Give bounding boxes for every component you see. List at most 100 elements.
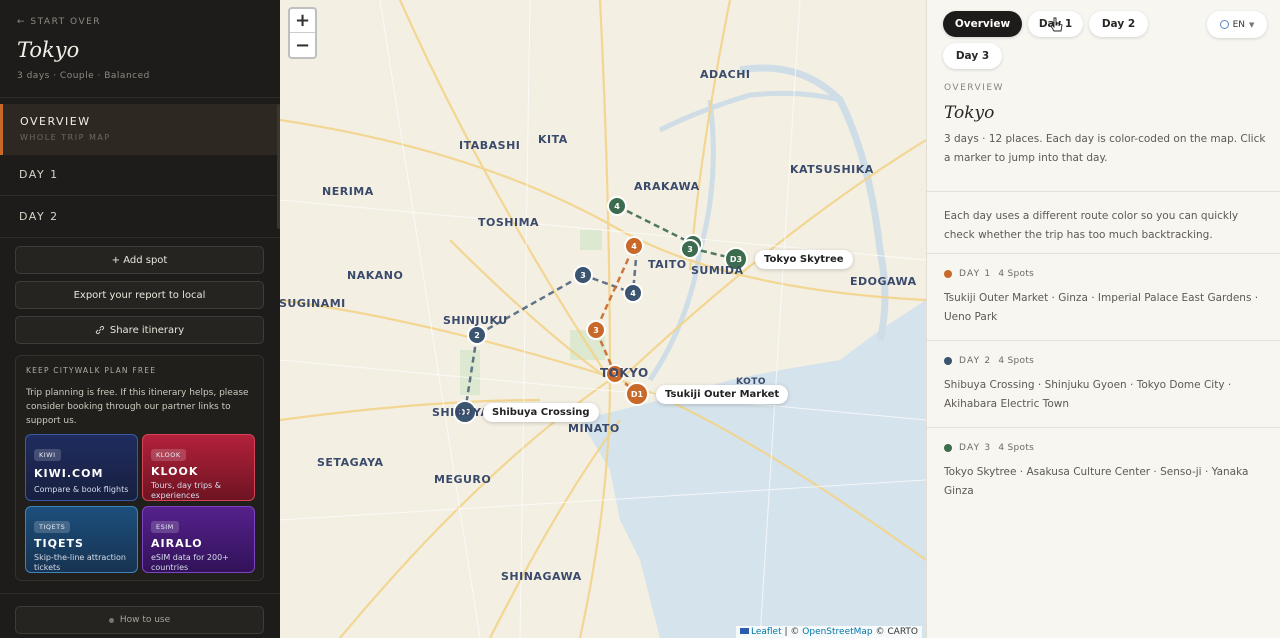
support-promo-card: KEEP CITYWALK PLAN FREE Trip planning is… [15, 355, 264, 581]
partner-desc: eSIM data for 200+ countries [151, 553, 229, 572]
city-title: Tokyo [17, 38, 80, 62]
zoom-in-button[interactable]: + [290, 9, 315, 33]
divider [927, 340, 1280, 341]
day-2-header[interactable]: DAY 2 4 Spots [944, 356, 1034, 366]
marker-callout-tsukiji-outer-market[interactable]: Tsukiji Outer Market [656, 385, 789, 404]
day-2-places: Shibuya Crossing · Shinjuku Gyoen · Toky… [944, 379, 1232, 410]
language-select[interactable]: EN ▼ [1207, 11, 1267, 38]
divider [0, 97, 280, 98]
district-label: ADACHI [700, 68, 751, 81]
partner-name: KIWI.COM [34, 467, 104, 480]
marker-day-3-4[interactable]: 4 [607, 196, 627, 216]
partner-card-klook[interactable]: KLOOK KLOOK Tours, day trips & experienc… [142, 434, 255, 501]
marker-label: D3 [730, 255, 742, 264]
spot-count: 4 Spots [998, 443, 1035, 453]
day-2-color-dot [944, 357, 952, 365]
spot-count: 4 Spots [998, 356, 1035, 366]
partner-tag: TIQETS [34, 521, 71, 533]
district-label: TOKYO [600, 366, 649, 380]
day-1-color-dot [944, 270, 952, 278]
trip-meta: 3 days · Couple · Balanced [17, 71, 150, 81]
marker-label: D1 [631, 390, 644, 399]
start-over-link[interactable]: ← START OVER [17, 17, 101, 27]
park [460, 350, 480, 395]
partner-tag: KIWI [34, 449, 61, 461]
marker-day-3-3[interactable]: 3 [680, 239, 700, 259]
link-icon [95, 325, 104, 335]
marker-day-1-4[interactable]: 4 [624, 236, 644, 256]
how-to-use-label: How to use [119, 615, 171, 625]
osm-link[interactable]: OpenStreetMap [802, 627, 872, 637]
nav-item-label: OVERVIEW [20, 115, 91, 128]
district-label: SHINJUKU [443, 314, 508, 327]
district-label: ITABASHI [459, 139, 521, 152]
district-label: TAITO [648, 258, 687, 271]
marker-day-1-3[interactable]: 3 [586, 320, 606, 340]
marker-label: 3 [580, 271, 586, 280]
district-label: KITA [538, 133, 568, 146]
leaflet-link[interactable]: Leaflet [751, 627, 782, 637]
nav-item-day-1[interactable]: DAY 1 [0, 155, 278, 197]
park [580, 230, 602, 250]
share-itinerary-button[interactable]: Share itinerary [15, 316, 264, 344]
spot-count: 4 Spots [998, 269, 1035, 279]
sidebar: ← START OVER Tokyo 3 days · Couple · Bal… [0, 0, 280, 638]
nav-item-overview[interactable]: OVERVIEW WHOLE TRIP MAP [0, 104, 278, 155]
day-label: DAY 3 [959, 443, 992, 453]
partner-card-airalo[interactable]: ESIM AIRALO eSIM data for 200+ countries [142, 506, 255, 573]
partner-desc: Skip-the-line attraction tickets [34, 553, 126, 572]
partner-card-tiqets[interactable]: TIQETS TIQETS Skip-the-line attraction t… [25, 506, 138, 573]
marker-label: 2 [474, 331, 480, 340]
nav-item-day-2[interactable]: DAY 2 [0, 197, 278, 239]
leaflet-flag-icon [739, 628, 749, 634]
district-label: SHINAGAWA [501, 570, 582, 583]
partner-card-kiwi[interactable]: KIWI KIWI.COM Compare & book flights [25, 434, 138, 501]
day-3-header[interactable]: DAY 3 4 Spots [944, 443, 1034, 453]
map-view[interactable]: 4 3 4 3 4 2 3 2 D3 D1 D2 ADACHI KITA ITA… [280, 0, 926, 638]
day-label: DAY 1 [959, 269, 992, 279]
language-value: EN [1232, 19, 1246, 30]
carto-credit[interactable]: © CARTO [873, 627, 918, 637]
map-canvas[interactable]: 4 3 4 3 4 2 3 2 D3 D1 D2 [280, 0, 926, 638]
day-1-places: Tsukiji Outer Market · Ginza · Imperial … [944, 292, 1259, 323]
how-to-use-button[interactable]: How to use [15, 606, 264, 634]
map-attribution: Leaflet | © OpenStreetMap © CARTO [735, 626, 922, 638]
divider [927, 427, 1280, 428]
partner-name: AIRALO [151, 537, 203, 550]
partner-name: KLOOK [151, 465, 199, 478]
tab-day-2[interactable]: Day 2 [1089, 11, 1148, 37]
marker-day-2-3[interactable]: 3 [573, 265, 593, 285]
tab-overview[interactable]: Overview [943, 11, 1022, 37]
nav-item-label: DAY 1 [19, 168, 59, 181]
divider [927, 191, 1280, 192]
app: ← START OVER Tokyo 3 days · Couple · Bal… [0, 0, 1280, 638]
marker-label: 3 [593, 326, 599, 335]
day-3-color-dot [944, 444, 952, 452]
partner-tag: ESIM [151, 521, 179, 533]
district-label: EDOGAWA [850, 275, 917, 288]
marker-day-2-4[interactable]: 4 [623, 283, 643, 303]
export-report-label: Export your report to local [73, 289, 206, 301]
route-day-2 [463, 246, 639, 413]
district-label: SETAGAYA [317, 456, 384, 469]
marker-callout-tokyo-skytree[interactable]: Tokyo Skytree [755, 250, 853, 269]
overview-panel: Overview Day 1 Day 2 Day 3 EN ▼ OVERVIEW… [926, 0, 1280, 638]
add-spot-button[interactable]: + Add spot [15, 246, 264, 274]
district-label: SHIBUYA [432, 406, 490, 419]
divider [0, 195, 278, 196]
export-report-button[interactable]: Export your report to local [15, 281, 264, 309]
partner-desc: Compare & book flights [34, 485, 129, 494]
marker-day-1-start[interactable]: D1 [625, 382, 649, 406]
divider [0, 237, 280, 238]
zoom-out-button[interactable]: − [290, 33, 315, 57]
partner-name: TIQETS [34, 537, 84, 550]
marker-day-2-2[interactable]: 2 [467, 325, 487, 345]
panel-title: Tokyo [944, 103, 995, 123]
attribution-separator: | © [781, 627, 803, 637]
day-3-places: Tokyo Skytree · Asakusa Culture Center ·… [944, 466, 1249, 497]
marker-callout-shibuya-crossing[interactable]: Shibuya Crossing [483, 403, 599, 422]
tab-day-3[interactable]: Day 3 [943, 43, 1002, 69]
day-1-header[interactable]: DAY 1 4 Spots [944, 269, 1034, 279]
mouse-pointer-icon [1050, 17, 1063, 32]
district-label: MEGURO [434, 473, 492, 486]
